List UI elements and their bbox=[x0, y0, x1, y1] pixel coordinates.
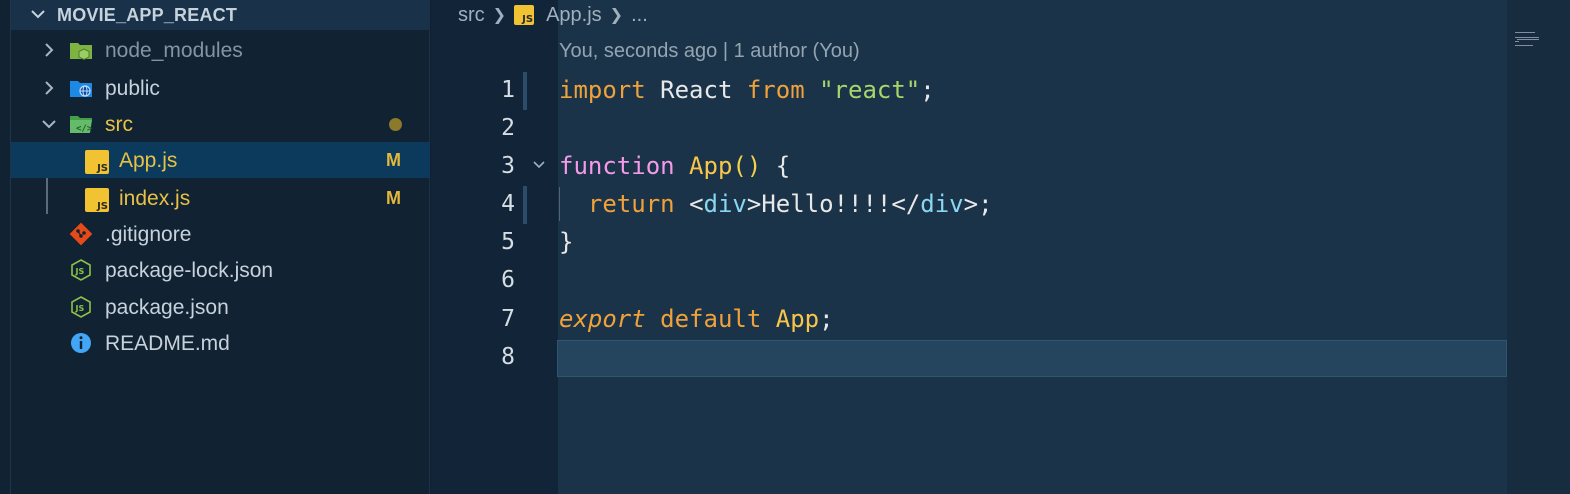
fold-chevron-icon[interactable] bbox=[531, 158, 547, 172]
tree-item-src[interactable]: </> src bbox=[11, 106, 430, 142]
modified-badge: M bbox=[386, 188, 401, 208]
svg-text:JS: JS bbox=[75, 304, 85, 313]
src-folder-icon: </> bbox=[70, 116, 93, 134]
line-number: 4 bbox=[501, 191, 515, 217]
chevron-right-icon bbox=[45, 43, 54, 57]
git-blame-codelens[interactable]: You, seconds ago | 1 author (You) bbox=[559, 40, 860, 63]
tree-item-label: public bbox=[105, 77, 160, 100]
chevron-right-icon: ❯ bbox=[492, 7, 507, 24]
node-modules-folder-icon bbox=[70, 43, 92, 61]
code-line-1[interactable]: import React from "react"; bbox=[559, 76, 935, 104]
tree-item-readme-md[interactable]: README.md bbox=[11, 325, 430, 361]
git-change-indicator[interactable] bbox=[523, 72, 527, 110]
line-number: 8 bbox=[501, 344, 515, 370]
public-folder-icon bbox=[70, 81, 92, 97]
token-brace: { bbox=[761, 152, 791, 180]
tree-item-label: package-lock.json bbox=[105, 259, 274, 282]
tree-item-index-js[interactable]: JS index.js M bbox=[11, 180, 430, 216]
token-identifier: React bbox=[645, 76, 747, 104]
tree-item-label: src bbox=[105, 113, 133, 136]
token-keyword: from bbox=[746, 76, 805, 104]
token-tag: div bbox=[703, 190, 747, 218]
token-brace: } bbox=[559, 228, 574, 256]
git-icon bbox=[69, 222, 93, 246]
breadcrumb-folder[interactable]: src bbox=[458, 4, 485, 27]
tree-item-package-lock-json[interactable]: JS package-lock.json bbox=[11, 252, 430, 288]
tree-item-label: node_modules bbox=[105, 39, 243, 62]
nodejs-icon: JS bbox=[71, 296, 91, 318]
minimap-line bbox=[1515, 32, 1535, 33]
modified-dot bbox=[389, 118, 402, 131]
explorer-sidebar: MOVIE_APP_REACT node_modules public </> … bbox=[0, 0, 430, 494]
breadcrumb-more[interactable]: ... bbox=[631, 4, 648, 27]
token-parentheses: () bbox=[732, 152, 762, 180]
chevron-right-icon: ❯ bbox=[609, 7, 624, 24]
token-string: "react" bbox=[819, 76, 921, 104]
token-keyword: default bbox=[660, 305, 762, 333]
minimap-line bbox=[1515, 41, 1519, 42]
minimap-line bbox=[1515, 37, 1539, 38]
code-line-3[interactable]: function App() { bbox=[559, 152, 790, 180]
tree-item-label: App.js bbox=[119, 149, 178, 172]
token-tag: div bbox=[920, 190, 964, 218]
code-editor[interactable]: src ❯ JS App.js ❯ ... You, seconds ago |… bbox=[431, 0, 1570, 494]
line-number: 6 bbox=[501, 267, 515, 293]
tree-item-package-json[interactable]: JS package.json bbox=[11, 289, 430, 325]
chevron-right-icon bbox=[45, 81, 54, 95]
token-keyword: export bbox=[559, 305, 646, 333]
explorer-root-folder[interactable]: MOVIE_APP_REACT bbox=[11, 0, 430, 30]
tree-item-node-modules[interactable]: node_modules bbox=[11, 32, 430, 68]
breadcrumb-file[interactable]: App.js bbox=[546, 4, 602, 27]
token-identifier: App bbox=[775, 305, 820, 333]
code-line-5[interactable]: } bbox=[559, 228, 573, 256]
line-number: 1 bbox=[501, 77, 515, 103]
token-keyword: return bbox=[587, 190, 675, 218]
token-punctuation: ; bbox=[819, 305, 834, 333]
info-icon bbox=[71, 333, 91, 353]
svg-text:</>: </> bbox=[76, 124, 93, 134]
svg-text:JS: JS bbox=[75, 267, 85, 276]
token-punctuation: < bbox=[689, 190, 704, 218]
token-punctuation: ; bbox=[920, 76, 935, 104]
tree-item-label: package.json bbox=[105, 296, 229, 319]
line-number: 3 bbox=[501, 153, 515, 179]
root-folder-label: MOVIE_APP_REACT bbox=[57, 5, 238, 25]
code-line-4[interactable]: return <div>Hello!!!!</div>; bbox=[559, 190, 993, 218]
git-change-indicator[interactable] bbox=[523, 186, 527, 224]
minimap-line bbox=[1517, 39, 1539, 40]
chevron-down-icon bbox=[42, 120, 56, 129]
token-function-name: App bbox=[689, 152, 733, 180]
javascript-file-icon: JS bbox=[85, 188, 109, 212]
javascript-file-icon: JS bbox=[514, 5, 535, 25]
token-keyword: function bbox=[559, 152, 675, 180]
javascript-file-icon: JS bbox=[85, 150, 109, 174]
minimap-line bbox=[1515, 45, 1533, 46]
nodejs-icon: JS bbox=[71, 259, 91, 281]
line-number: 5 bbox=[501, 229, 515, 255]
modified-badge: M bbox=[386, 150, 401, 170]
tree-item-label: index.js bbox=[119, 187, 191, 210]
tree-item-public[interactable]: public bbox=[11, 70, 430, 106]
tree-item-app-js[interactable]: JS App.js M bbox=[11, 142, 430, 178]
tree-item-label: README.md bbox=[105, 332, 230, 355]
token-punctuation: >; bbox=[963, 190, 993, 218]
tree-item-label: .gitignore bbox=[105, 223, 192, 246]
token-keyword: import bbox=[559, 76, 646, 104]
code-line-7[interactable]: export default App; bbox=[559, 305, 834, 333]
breadcrumb: src ❯ JS App.js ❯ ... bbox=[431, 0, 1511, 30]
minimap[interactable] bbox=[1507, 0, 1570, 494]
tree-item-gitignore[interactable]: .gitignore bbox=[11, 216, 430, 252]
token-jsx-text: >Hello!!!!</ bbox=[746, 190, 921, 218]
line-number: 7 bbox=[501, 306, 515, 332]
line-number: 2 bbox=[501, 115, 515, 141]
chevron-down-icon bbox=[31, 10, 45, 19]
current-line-highlight bbox=[557, 340, 1507, 377]
